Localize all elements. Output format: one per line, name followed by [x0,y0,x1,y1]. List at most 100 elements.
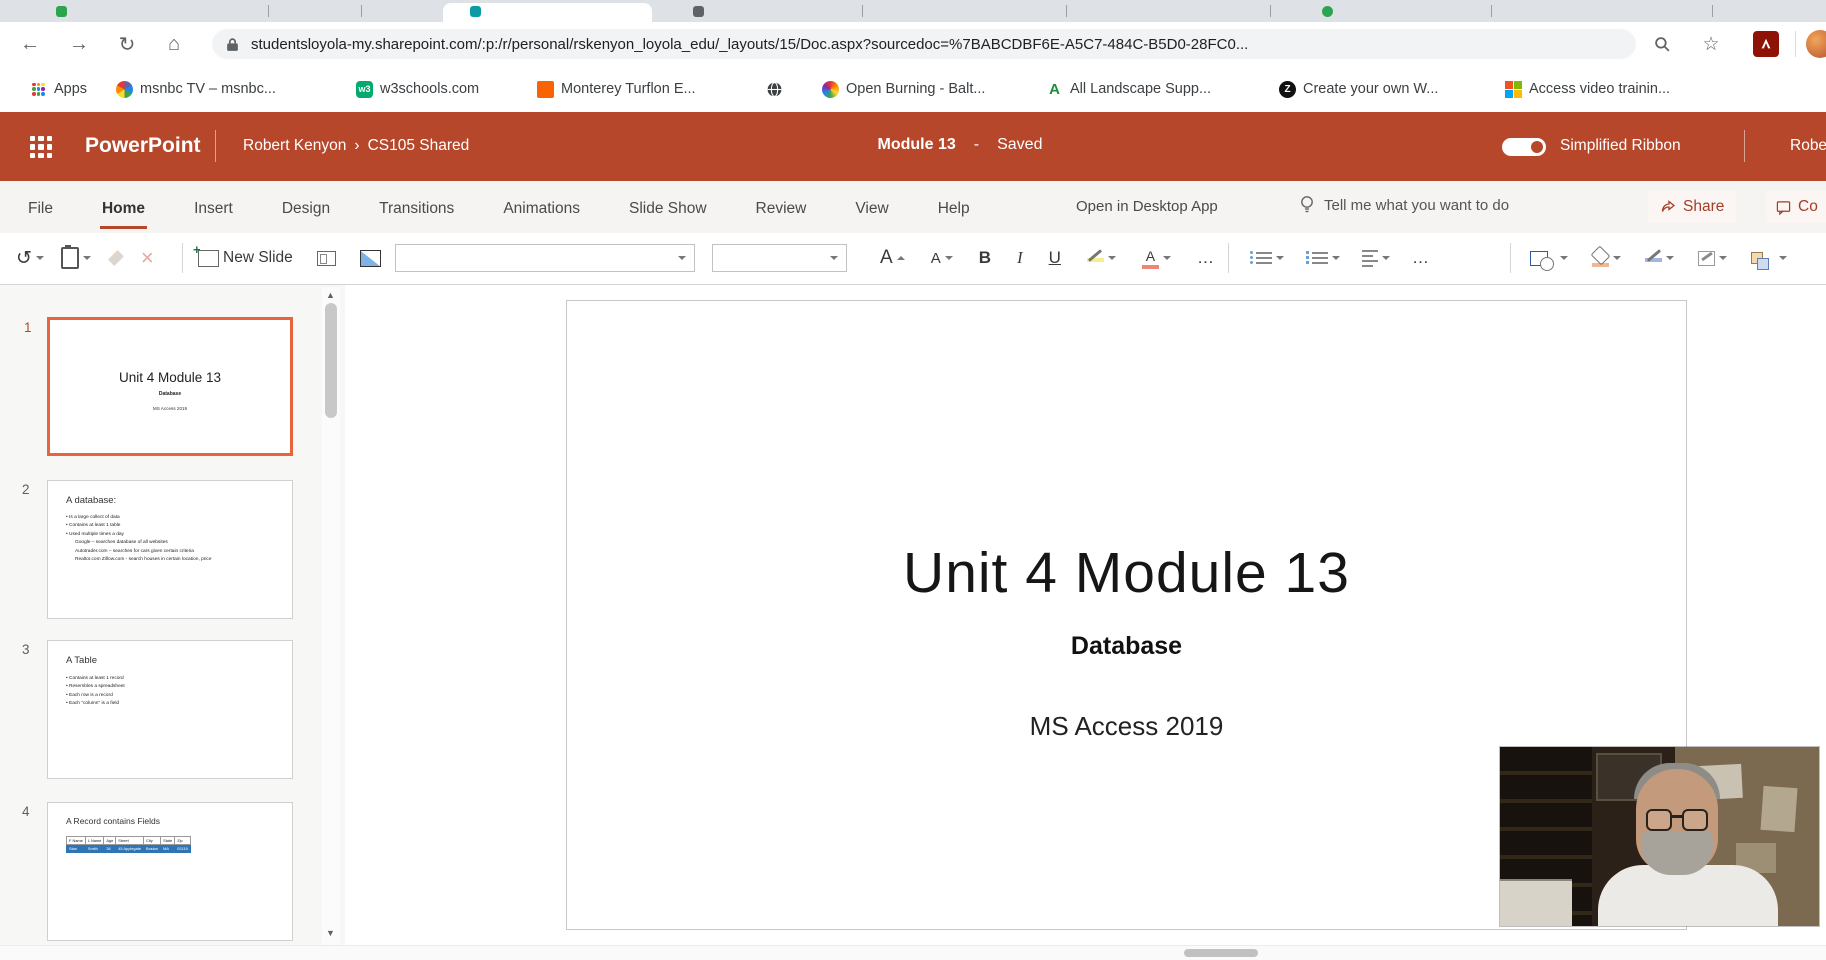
bold-icon: B [979,248,991,268]
format-painter-button[interactable] [108,250,124,266]
slide-thumbnail-3[interactable]: A Table • Contains at least 1 record • R… [47,640,293,779]
bold-button[interactable]: B [979,248,991,268]
tab-favicon-teal[interactable] [470,6,481,17]
shape-outline-button[interactable] [1645,254,1674,262]
bookmark-star-button[interactable]: ☆ [1698,31,1724,57]
slide-title-text[interactable]: Unit 4 Module 13 [566,540,1687,606]
horizontal-scrollbar-thumb[interactable] [1184,949,1258,957]
font-name-select[interactable] [395,244,695,272]
bookmark-monterey[interactable]: Monterey Turflon E... [537,78,696,100]
tab-favicon-gray[interactable] [693,6,704,17]
forward-button[interactable]: → [62,27,96,61]
design-ideas-button[interactable] [360,250,381,267]
open-in-desktop-button[interactable]: Open in Desktop App [1076,198,1218,215]
thumb2-bullet: • Contains at least 1 table [66,522,292,530]
forward-icon: → [69,33,89,56]
bookmark-create-w[interactable]: Z Create your own W... [1279,78,1438,100]
share-button[interactable]: Share [1648,191,1736,223]
bookmarks-bar: Apps msnbc TV – msnbc... w3 w3schools.co… [0,66,1826,112]
italic-button[interactable]: I [1017,248,1023,268]
reload-button[interactable]: ↻ [110,27,144,61]
breadcrumb[interactable]: Robert Kenyon › CS105 Shared [243,137,469,155]
scrollbar-thumb[interactable] [325,303,337,418]
address-bar[interactable]: studentsloyola-my.sharepoint.com/:p:/r/p… [212,29,1636,59]
shape-effects-button[interactable] [1698,251,1727,266]
breadcrumb-user[interactable]: Robert Kenyon [243,137,346,155]
layout-button[interactable] [317,251,336,266]
tab-animations[interactable]: Animations [501,186,582,229]
align-button[interactable] [1362,250,1390,267]
browser-profile-avatar[interactable] [1806,30,1826,58]
bookmark-apps[interactable]: Apps [30,78,87,100]
chevron-down-icon [1779,256,1787,260]
slide-thumbnail-1[interactable]: Unit 4 Module 13 Database MS Access 2019 [47,317,293,456]
shape-fill-button[interactable] [1592,249,1621,267]
tab-help[interactable]: Help [936,186,972,229]
bookmark-access-training[interactable]: Access video trainin... [1505,78,1670,100]
more-font-options-button[interactable]: … [1197,248,1214,268]
browser-tab-strip[interactable] [0,0,1826,22]
tab-slide-show[interactable]: Slide Show [627,186,709,229]
scroll-up-arrow[interactable]: ▲ [326,290,336,300]
thumb2-bullet: • Used multiple times a day [66,531,292,539]
tab-file[interactable]: File [26,186,55,229]
tab-favicon-green-2[interactable] [1322,6,1333,17]
chevron-down-icon [1560,256,1568,260]
simplified-ribbon-toggle[interactable] [1502,138,1546,156]
tab-review[interactable]: Review [754,186,809,229]
undo-button[interactable]: ↺ [16,247,44,270]
tab-insert[interactable]: Insert [192,186,235,229]
tab-design[interactable]: Design [280,186,332,229]
bookmark-w3schools[interactable]: w3 w3schools.com [356,78,479,100]
chevron-up-icon [897,256,905,260]
bookmark-landscape[interactable]: A All Landscape Supp... [1046,78,1211,100]
bookmark-globe[interactable] [766,78,783,100]
new-slide-button[interactable]: New Slide [198,249,293,267]
thumb3-bullet: • Each row is a record [66,692,292,700]
new-slide-label: New Slide [223,249,293,267]
font-color-button[interactable]: A [1142,248,1171,269]
account-name[interactable]: Robert [1790,137,1826,155]
delete-button[interactable]: × [141,245,154,271]
home-button[interactable]: ⌂ [157,27,191,61]
bullets-button[interactable] [1250,252,1284,264]
zoom-page-button[interactable] [1649,31,1675,57]
font-size-select[interactable] [712,244,847,272]
slide-subtitle-text[interactable]: Database [566,632,1687,661]
grow-font-button[interactable]: A [880,247,905,269]
shrink-font-button[interactable]: A [931,250,953,267]
slide-thumbnail-4[interactable]: A Record contains Fields F NameL Name Ag… [47,802,293,941]
comments-button[interactable]: Co [1766,191,1826,223]
chevron-down-icon [1108,256,1116,260]
tab-view[interactable]: View [853,186,890,229]
tab-favicon-green[interactable] [56,6,67,17]
tab-transitions[interactable]: Transitions [377,186,456,229]
breadcrumb-folder[interactable]: CS105 Shared [368,137,470,155]
scroll-down-arrow[interactable]: ▼ [326,928,336,938]
delete-icon: × [141,245,154,271]
highlight-button[interactable] [1087,254,1116,262]
slide-thumbnail-2[interactable]: A database: • Is a large collect of data… [47,480,293,619]
adobe-extension-icon[interactable] [1753,31,1779,57]
slide-body-text[interactable]: MS Access 2019 [566,711,1687,742]
bookmark-msnbc[interactable]: msnbc TV – msnbc... [116,78,276,100]
document-title[interactable]: Module 13 [878,136,956,154]
underline-icon: U [1049,248,1061,268]
bookmark-open-burning[interactable]: Open Burning - Balt... [822,78,985,100]
numbering-button[interactable] [1306,252,1340,264]
bookmark-label: Apps [54,81,87,97]
shapes-button[interactable] [1530,251,1568,266]
powerpoint-header: PowerPoint Robert Kenyon › CS105 Shared … [0,112,1826,181]
more-paragraph-button[interactable]: … [1412,248,1429,268]
app-launcher-waffle-icon[interactable] [30,136,52,158]
paste-button[interactable] [61,247,91,269]
tab-home[interactable]: Home [100,186,147,229]
underline-button[interactable]: U [1049,248,1061,268]
tell-me-box[interactable]: Tell me what you want to do [1300,195,1509,215]
back-button[interactable]: ← [13,27,47,61]
arrange-button[interactable] [1751,252,1787,264]
magnifier-icon [1654,36,1671,53]
browser-toolbar: ← → ↻ ⌂ studentsloyola-my.sharepoint.com… [0,22,1826,66]
slide-number-2: 2 [22,482,30,497]
thumb1-title: Unit 4 Module 13 [50,370,290,385]
